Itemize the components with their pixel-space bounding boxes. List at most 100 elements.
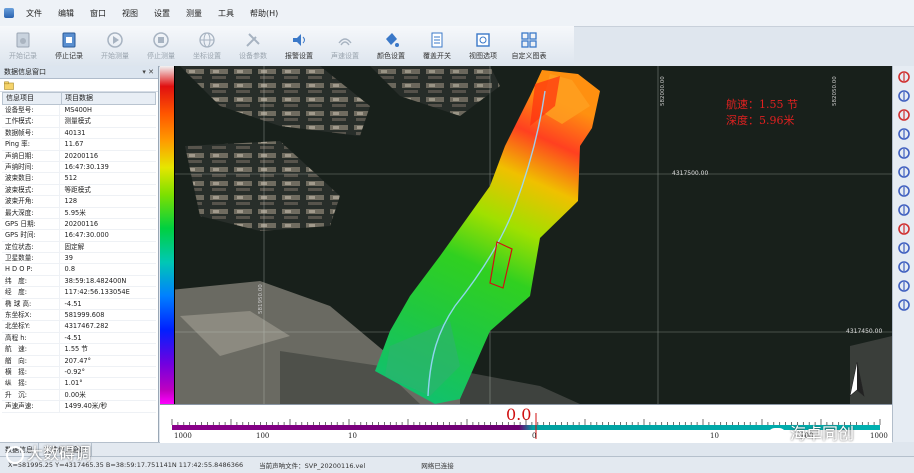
info-row-value: 117:42:56.133054E <box>64 288 130 297</box>
toolbar-label: 坐标设置 <box>193 52 221 60</box>
lines-icon[interactable] <box>896 297 912 313</box>
swap-vertical-icon[interactable] <box>896 221 912 237</box>
stop-icon <box>151 31 171 49</box>
info-row[interactable]: 卫星数量: 39 <box>2 253 156 265</box>
info-row[interactable]: 横 摇: -0.92° <box>2 366 156 379</box>
toolbar-button-8[interactable]: 颜色设置 <box>368 26 414 66</box>
menu-item-5[interactable]: 测量 <box>178 8 210 19</box>
info-row[interactable]: GPS 时间: 16:47:30.000 <box>2 230 156 242</box>
sound-wave-icon <box>335 31 355 49</box>
panel-title-text: 数据信息窗口 <box>4 68 46 76</box>
info-row[interactable]: 设备型号: MS400H <box>2 105 156 117</box>
view-options-icon <box>473 31 493 49</box>
grid-label-east-2: 582000.00 <box>660 76 666 106</box>
info-row[interactable]: 高程 h: -4.51 <box>2 332 156 345</box>
toolbar-button-5[interactable]: 设备参数 <box>230 26 276 66</box>
grid-label-north-1: 4317500.00 <box>672 170 709 177</box>
info-row[interactable]: 波束模式: 等距模式 <box>2 184 156 197</box>
folder-icon[interactable] <box>4 81 14 90</box>
bathymetry-map[interactable]: 4317500.00 4317450.00 581950.00 582000.0… <box>160 66 892 404</box>
scale-tick-label: 10 <box>710 432 719 440</box>
menu-item-1[interactable]: 编辑 <box>50 8 82 19</box>
info-row[interactable]: 声速声速: 1499.40米/秒 <box>2 401 156 413</box>
app-icon <box>4 8 14 18</box>
scale-tick-label: 10 <box>348 432 357 440</box>
zoom-out-icon[interactable] <box>896 126 912 142</box>
info-row-value: 16:47:30.000 <box>64 231 109 240</box>
info-row-label: 横 摇: <box>2 366 60 378</box>
toolbar-button-11[interactable]: 自定义图表 <box>506 26 552 66</box>
toolbar-button-1[interactable]: 停止记录 <box>46 26 92 66</box>
menu-bar: 文件 编辑 窗口 视图 设置 测量 工具 帮助(H) <box>0 0 914 27</box>
info-table-header: 信息项目 项目数据 <box>2 92 156 105</box>
toolbar-label: 报警设置 <box>285 52 313 60</box>
zoom-in-icon[interactable] <box>896 107 912 123</box>
watermark-logo-icon <box>6 445 24 464</box>
pan-hand-icon[interactable] <box>896 88 912 104</box>
toolbar-button-2[interactable]: 开始测量 <box>92 26 138 66</box>
info-row[interactable]: 定位状态: 固定解 <box>2 241 156 254</box>
toolbar-button-7[interactable]: 声速设置 <box>322 26 368 66</box>
measure-icon[interactable] <box>896 259 912 275</box>
info-row[interactable]: 升 沉: 0.00米 <box>2 389 156 402</box>
info-row-value: 0.00米 <box>64 390 86 399</box>
pointer-icon[interactable] <box>896 202 912 218</box>
info-row[interactable]: 声纳时间: 16:47:30.139 <box>2 161 156 174</box>
info-row[interactable]: 北坐标Y: 4317467.282 <box>2 321 156 333</box>
info-row[interactable]: Ping 率: 11.67 <box>2 139 156 151</box>
info-row-label: 东坐标X: <box>2 310 60 321</box>
toolbar-button-9[interactable]: 覆盖开关 <box>414 26 460 66</box>
toolbar-button-6[interactable]: 报警设置 <box>276 26 322 66</box>
info-row[interactable]: 最大深度: 5.95米 <box>2 207 156 219</box>
info-row-label: 航 速: <box>2 344 60 355</box>
info-row[interactable]: 航 速: 1.55 节 <box>2 344 156 356</box>
eraser-icon[interactable] <box>896 240 912 256</box>
info-row[interactable]: 经 度: 117:42:56.133054E <box>2 287 156 299</box>
info-row[interactable]: 数据帧号: 40131 <box>2 127 156 140</box>
toolbar-button-4[interactable]: 坐标设置 <box>184 26 230 66</box>
menu-item-2[interactable]: 窗口 <box>82 8 114 19</box>
paint-bucket-icon <box>381 31 401 49</box>
panel-tools <box>0 79 158 92</box>
rotate-right-icon[interactable] <box>896 164 912 180</box>
main-toolbar: 开始记录 停止记录 开始测量 停止测量 坐标设置 设备参数 报警设置 声速设置 颜色设置 覆盖开关… <box>0 26 574 67</box>
info-row-label: 波束模式: <box>2 184 60 196</box>
toolbar-button-0[interactable]: 开始记录 <box>0 26 46 66</box>
info-row[interactable]: 东坐标X: 581999.608 <box>2 310 156 322</box>
info-row-value: 128 <box>64 197 78 206</box>
data-info-panel: 数据信息窗口 ▾ ✕ 信息项目 项目数据 设备型号: MS400H 工作模式: 测量模… <box>0 66 159 442</box>
scale-tick-label: 0 <box>532 432 537 440</box>
wechat-icon <box>768 427 786 442</box>
toolbar-button-3[interactable]: 停止测量 <box>138 26 184 66</box>
panel-controls[interactable]: ▾ ✕ <box>142 66 158 78</box>
info-row-label: 卫星数量: <box>2 253 60 264</box>
info-row[interactable]: 纵 摇: 1.01° <box>2 378 156 390</box>
col-header-item[interactable]: 信息项目 <box>3 93 62 104</box>
ruler-icon[interactable] <box>896 278 912 294</box>
menu-item-7[interactable]: 帮助(H) <box>242 8 286 19</box>
info-row[interactable]: 波束开角: 128 <box>2 196 156 208</box>
record-stop-icon <box>59 31 79 49</box>
menu-item-3[interactable]: 视图 <box>114 8 146 19</box>
toolbar-button-10[interactable]: 视图选项 <box>460 26 506 66</box>
info-row[interactable]: 艏 向: 207.47° <box>2 355 156 367</box>
document-icon <box>427 31 447 49</box>
info-row-value: 512 <box>64 174 78 183</box>
menu-item-0[interactable]: 文件 <box>18 8 50 19</box>
info-row[interactable]: 波束数目: 512 <box>2 173 156 185</box>
menu-item-6[interactable]: 工具 <box>210 8 242 19</box>
info-row[interactable]: H D O P: 0.8 <box>2 264 156 276</box>
info-row[interactable]: GPS 日期: 20200116 <box>2 218 156 231</box>
zoom-extent-icon[interactable] <box>896 69 912 85</box>
scale-tick-label: 100 <box>256 432 270 440</box>
info-row[interactable]: 纬 度: 38:59:18.482400N <box>2 275 156 288</box>
menu-item-4[interactable]: 设置 <box>146 8 178 19</box>
toolbar-label: 覆盖开关 <box>423 52 451 60</box>
info-row[interactable]: 椭 球 高: -4.51 <box>2 298 156 311</box>
toolbar-label: 颜色设置 <box>377 52 405 60</box>
info-row[interactable]: 工作模式: 测量模式 <box>2 116 156 128</box>
col-header-value[interactable]: 项目数据 <box>62 93 155 104</box>
rotate-left-icon[interactable] <box>896 145 912 161</box>
info-row[interactable]: 声纳日期: 20200116 <box>2 150 156 162</box>
refresh-icon[interactable] <box>896 183 912 199</box>
